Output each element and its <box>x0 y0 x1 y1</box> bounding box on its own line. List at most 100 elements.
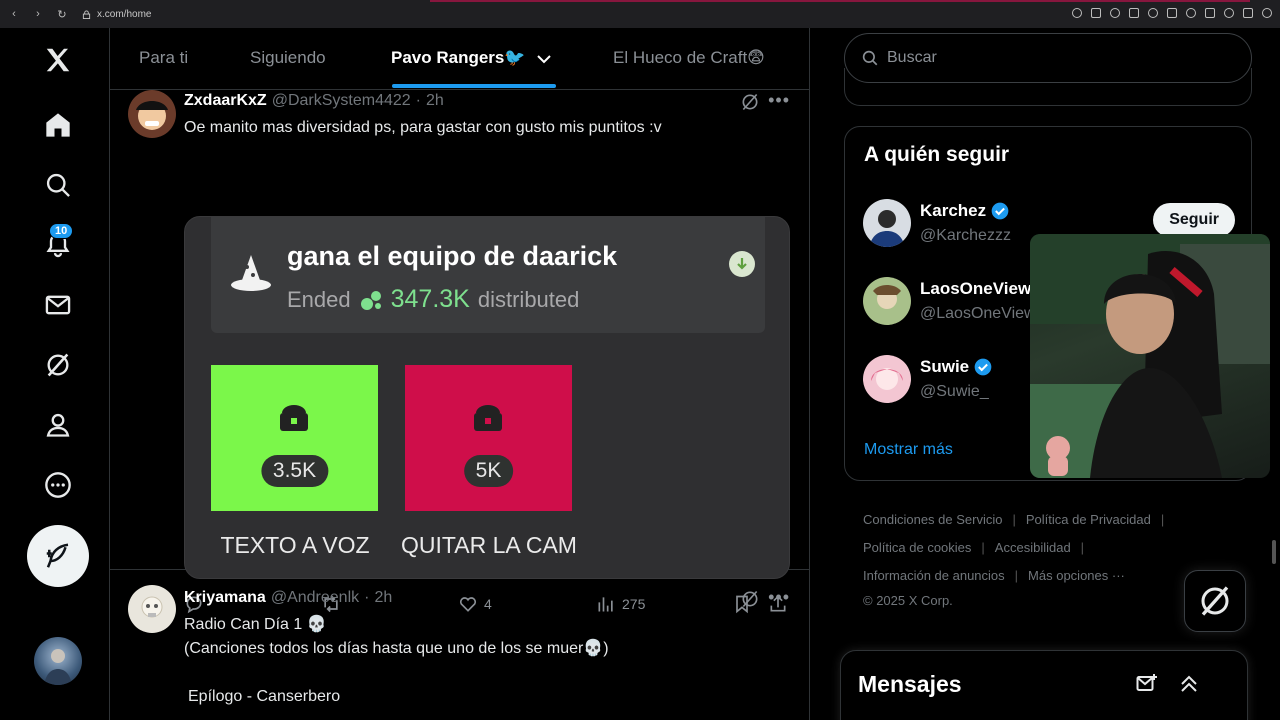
menu-icon[interactable] <box>1262 8 1272 18</box>
grok-icon[interactable] <box>740 92 760 112</box>
wizard-hat-icon <box>231 255 271 291</box>
forward-icon[interactable]: › <box>32 8 44 20</box>
url-text: x.com/home <box>97 8 152 20</box>
tweet-text-line: Epílogo - Canserbero <box>188 688 341 705</box>
share-icon[interactable] <box>1224 8 1234 18</box>
footer-links: Condiciones de Servicio | Política de Pri… <box>863 506 1223 612</box>
option-label: TEXTO A VOZ <box>220 532 370 558</box>
chest-icon <box>280 405 308 431</box>
grok-icon[interactable] <box>38 345 78 385</box>
author-name[interactable]: ZxdaarKxZ <box>184 92 267 110</box>
zoom-icon[interactable] <box>1072 8 1082 18</box>
separator-dot: · <box>364 589 370 606</box>
ads-info-link[interactable]: Información de anuncios <box>863 562 1005 590</box>
back-icon[interactable]: ‹ <box>8 8 20 20</box>
prediction-summary: Ended 347.3K distributed <box>287 285 579 314</box>
search-input[interactable] <box>887 49 1227 67</box>
author-handle[interactable]: @Andreenlk <box>271 589 359 607</box>
left-navigation: 10 <box>0 28 110 720</box>
tweet-avatar[interactable] <box>128 585 176 633</box>
option-amount: 3.5K <box>260 455 329 487</box>
separator-dot: · <box>415 92 421 109</box>
tab-siguiendo[interactable]: Siguiendo <box>250 48 326 68</box>
webcam-overlay <box>1030 234 1270 478</box>
new-message-icon[interactable] <box>1135 672 1159 696</box>
grok-button[interactable] <box>1184 570 1246 632</box>
tab-el-hueco-de-craft[interactable]: El Hueco de Craft😨 <box>613 48 765 68</box>
prediction-suffix: distributed <box>477 286 580 312</box>
tweet-media[interactable]: gana el equipo de daarick Ended 347.3K d… <box>184 216 790 579</box>
search-box[interactable] <box>844 33 1252 83</box>
browser-toolbar: ‹ › ↻ x.com/home <box>0 0 1280 28</box>
notifications-badge: 10 <box>49 223 74 239</box>
home-icon[interactable] <box>38 105 78 145</box>
download-icon[interactable] <box>1243 8 1253 18</box>
author-handle[interactable]: @DarkSystem4422 <box>272 92 411 110</box>
heart-icon[interactable] <box>1186 8 1196 18</box>
copyright: © 2025 X Corp. <box>863 593 953 608</box>
more-options-icon[interactable]: ••• <box>768 587 790 608</box>
suggestion-handle: @Karchezzz <box>920 227 1011 244</box>
reload-icon[interactable]: ↻ <box>56 8 68 21</box>
suggestion-name[interactable]: Suwie <box>920 357 993 377</box>
chevron-up-double-icon[interactable] <box>1177 672 1201 696</box>
suggestion-avatar[interactable] <box>863 277 911 325</box>
post-button[interactable] <box>27 525 89 587</box>
address-bar[interactable]: x.com/home <box>82 9 151 20</box>
cookies-link[interactable]: Política de cookies <box>863 534 971 562</box>
chest-icon <box>474 405 502 431</box>
bookmark-icon[interactable] <box>1110 8 1120 18</box>
prediction-option-1: 3.5K <box>211 365 378 511</box>
chevron-down-icon[interactable] <box>536 51 552 67</box>
tweet-text-line: Radio Can Día 1 💀 <box>184 616 327 633</box>
show-more-link[interactable]: Mostrar más <box>864 441 953 459</box>
chrome-accent-line <box>430 0 1250 2</box>
verified-badge-icon <box>974 358 992 376</box>
more-circle-icon[interactable] <box>38 465 78 505</box>
prediction-title: gana el equipo de daarick <box>287 241 618 271</box>
page-scrollbar[interactable] <box>1272 540 1276 564</box>
suggestion-name[interactable]: Karchez <box>920 201 1010 221</box>
messages-title: Mensajes <box>858 671 962 697</box>
tweet-time[interactable]: 2h <box>426 92 444 110</box>
terms-link[interactable]: Condiciones de Servicio <box>863 506 1002 534</box>
grok-icon[interactable] <box>740 589 760 609</box>
mail-icon[interactable] <box>38 285 78 325</box>
follow-button[interactable]: Seguir <box>1153 203 1235 237</box>
more-options-icon[interactable]: ••• <box>768 90 790 111</box>
active-tab-indicator <box>392 84 556 88</box>
suggestion-avatar[interactable] <box>863 355 911 403</box>
messages-drawer[interactable]: Mensajes <box>840 650 1248 720</box>
pin-icon[interactable] <box>1091 8 1101 18</box>
tweet-header: ZxdaarKxZ @DarkSystem4422 · 2h <box>184 92 444 110</box>
suggestion-handle: @LaosOneView <box>920 305 1036 322</box>
channel-points-icon <box>360 290 381 310</box>
download-icon[interactable] <box>1148 8 1158 18</box>
more-options-link[interactable]: Más opciones ··· <box>1028 562 1125 590</box>
suggestion-avatar[interactable] <box>863 199 911 247</box>
play-icon[interactable] <box>1167 8 1177 18</box>
search-icon[interactable] <box>38 165 78 205</box>
extension-icon[interactable] <box>1205 8 1215 18</box>
suggestion-name[interactable]: LaosOneView <box>920 279 1031 299</box>
shield-icon[interactable] <box>1129 8 1139 18</box>
tab-para-ti[interactable]: Para ti <box>139 48 188 68</box>
privacy-link[interactable]: Política de Privacidad <box>1026 506 1151 534</box>
account-avatar[interactable] <box>34 637 82 685</box>
tweet[interactable]: ZxdaarKxZ @DarkSystem4422 · 2h ••• Oe ma… <box>110 90 810 614</box>
timeline-tabs: Para ti Siguiendo Pavo Rangers🐦 El Hueco… <box>110 28 810 90</box>
who-to-follow-title: A quién seguir <box>864 143 1010 166</box>
author-name[interactable]: Kriyamana <box>184 589 266 607</box>
profile-icon[interactable] <box>38 405 78 445</box>
tweet-avatar[interactable] <box>128 90 176 138</box>
browser-nav-buttons: ‹ › ↻ <box>0 8 68 21</box>
tab-pavo-rangers[interactable]: Pavo Rangers🐦 <box>391 48 526 68</box>
accessibility-link[interactable]: Accesibilidad <box>995 534 1071 562</box>
prediction-option-2: 5K <box>405 365 572 511</box>
tweet-text-line: (Canciones todos los días hasta que uno … <box>184 640 609 657</box>
tweet-time[interactable]: 2h <box>374 589 392 607</box>
search-icon <box>862 50 878 66</box>
x-logo-icon[interactable] <box>38 40 78 80</box>
tweet[interactable]: Kriyamana @Andreenlk · 2h ••• Radio Can … <box>110 570 810 720</box>
option-amount: 5K <box>463 455 514 487</box>
